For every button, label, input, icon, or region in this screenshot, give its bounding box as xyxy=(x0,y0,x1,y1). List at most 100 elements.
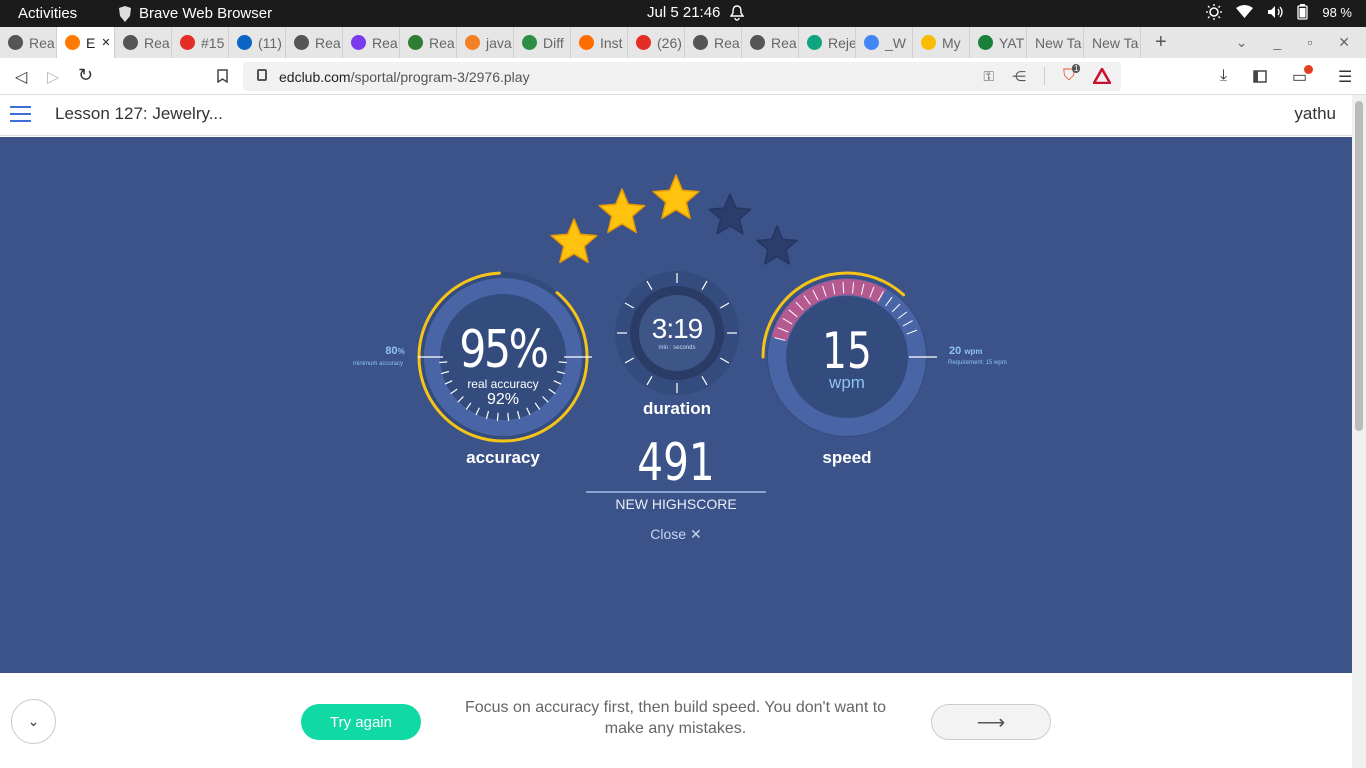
tab-label: #15 xyxy=(201,34,225,51)
clock[interactable]: Jul 5 21:46 xyxy=(647,4,745,21)
tab-favicon-icon xyxy=(294,35,309,50)
footer-bar: ⌄ Try again Focus on accuracy first, the… xyxy=(0,673,1352,768)
browser-tab[interactable]: Rea xyxy=(742,27,799,58)
system-tray[interactable]: 98 % xyxy=(1206,4,1352,20)
results-panel: 80% minimum accuracy 20 wpm Requirement:… xyxy=(0,137,1352,673)
accuracy-tick xyxy=(558,361,567,364)
close-tab-icon[interactable]: ✕ xyxy=(101,36,110,49)
star-rating xyxy=(550,174,798,265)
try-again-button[interactable]: Try again xyxy=(301,704,421,740)
battery-icon xyxy=(1297,4,1309,20)
browser-tab[interactable]: Inst xyxy=(571,27,628,58)
browser-tab[interactable]: #15 xyxy=(172,27,229,58)
brave-shields-icon[interactable]: ⛉ 1 xyxy=(1063,64,1081,85)
activities-button[interactable]: Activities xyxy=(18,5,77,22)
tab-label: Rea xyxy=(771,34,797,51)
url-field[interactable]: edclub.com/sportal/program-3/2976.play ⚿… xyxy=(243,62,1121,91)
close-window-button[interactable]: ✕ xyxy=(1338,34,1350,51)
forward-icon[interactable]: ▷ xyxy=(47,67,59,87)
bookmark-icon[interactable] xyxy=(217,69,228,83)
key-icon[interactable]: ⚿ xyxy=(983,68,994,85)
scrollbar-thumb[interactable] xyxy=(1355,101,1363,431)
user-name[interactable]: yathu xyxy=(1294,104,1336,124)
reload-icon[interactable]: ↻ xyxy=(78,65,93,86)
collapse-chevron-icon[interactable]: ⌄ xyxy=(11,699,56,744)
download-icon[interactable]: ⤓ xyxy=(1220,67,1227,85)
browser-tab[interactable]: Rea xyxy=(343,27,400,58)
browser-tab[interactable]: New Ta xyxy=(1027,27,1084,58)
maximize-button[interactable]: ▫ xyxy=(1307,34,1312,51)
lock-icon xyxy=(257,69,267,81)
accuracy-tick xyxy=(496,412,499,421)
tab-list-chevron-icon[interactable]: ⌄ xyxy=(1236,34,1248,51)
accuracy-label: accuracy xyxy=(466,448,540,467)
tab-label: (11) xyxy=(258,34,282,51)
app-menu[interactable]: Brave Web Browser xyxy=(118,5,272,22)
sidebar-icon[interactable] xyxy=(1253,70,1267,83)
tab-favicon-icon xyxy=(465,35,480,50)
shields-count-badge: 1 xyxy=(1071,64,1081,73)
accuracy-value: 95% xyxy=(459,320,549,380)
browser-tab[interactable]: My xyxy=(913,27,970,58)
star-filled-icon xyxy=(598,188,646,234)
browser-tab[interactable]: Diff xyxy=(514,27,571,58)
tab-label: java xyxy=(486,34,512,51)
browser-tab[interactable]: E ✕ xyxy=(57,27,115,58)
star-filled-icon xyxy=(652,174,700,220)
browser-tab[interactable]: Rea xyxy=(0,27,57,58)
bell-icon xyxy=(730,4,745,21)
browser-tab[interactable]: (11) xyxy=(229,27,286,58)
browser-tab[interactable]: java xyxy=(457,27,514,58)
min-accuracy-label: minimum accuracy xyxy=(353,361,403,367)
tab-label: Rea xyxy=(29,34,55,51)
app-name: Brave Web Browser xyxy=(139,5,273,22)
tab-label: Rea xyxy=(714,34,740,51)
real-accuracy-label: real accuracy xyxy=(467,377,539,391)
browser-tab[interactable]: _W xyxy=(856,27,913,58)
address-bar-row: ◁ ▷ ↻ edclub.com/sportal/program-3/2976.… xyxy=(0,58,1366,95)
tab-favicon-icon xyxy=(351,35,366,50)
share-icon[interactable]: ⋲ xyxy=(1012,68,1026,85)
tab-label: Rea xyxy=(372,34,398,51)
browser-tab[interactable]: YAT xyxy=(970,27,1027,58)
browser-tab[interactable]: Rea xyxy=(400,27,457,58)
tab-favicon-icon xyxy=(579,35,594,50)
score-value: 491 xyxy=(637,433,715,493)
star-empty-icon xyxy=(756,225,798,265)
browser-tab[interactable]: (26) xyxy=(628,27,685,58)
url-path: /sportal/program-3/2976.play xyxy=(350,68,530,85)
brightness-icon xyxy=(1206,4,1223,20)
browser-tab[interactable]: Rea xyxy=(685,27,742,58)
tab-favicon-icon xyxy=(65,35,80,50)
brave-rewards-icon[interactable] xyxy=(1093,68,1111,84)
back-icon[interactable]: ◁ xyxy=(15,67,27,87)
accuracy-tick xyxy=(439,361,448,364)
speed-tick xyxy=(842,282,845,294)
system-top-bar: Activities Brave Web Browser Jul 5 21:46… xyxy=(0,0,1366,27)
menu-icon[interactable]: ☰ xyxy=(1338,67,1352,87)
speed-dial: 20 wpm Requirement: 15 wpm xyxy=(761,271,1007,437)
browser-tab[interactable]: Rea xyxy=(286,27,343,58)
page-scrollbar[interactable] xyxy=(1352,95,1366,768)
url-domain: edclub.com xyxy=(279,68,351,85)
browser-tab[interactable]: New Ta xyxy=(1084,27,1141,58)
tab-label: Diff xyxy=(543,34,564,51)
min-accuracy-value: 80% xyxy=(385,345,404,357)
new-tab-button[interactable]: + xyxy=(1141,31,1181,54)
browser-tab[interactable]: Rea xyxy=(115,27,172,58)
close-button[interactable]: Close ✕ xyxy=(626,526,726,543)
tab-label: Rea xyxy=(315,34,341,51)
minimize-button[interactable]: _ xyxy=(1274,34,1282,51)
next-lesson-button[interactable]: ⟶ xyxy=(931,704,1051,740)
duration-label: duration xyxy=(643,399,711,418)
hamburger-menu-icon[interactable] xyxy=(10,106,31,122)
tab-favicon-icon xyxy=(978,35,993,50)
wallet-icon[interactable]: ▭ xyxy=(1292,65,1313,87)
tab-label: Reje xyxy=(828,34,856,51)
tab-favicon-icon xyxy=(807,35,822,50)
tab-favicon-icon xyxy=(750,35,765,50)
accuracy-tick xyxy=(507,412,510,421)
new-highscore-label: NEW HIGHSCORE xyxy=(615,496,737,512)
browser-tab[interactable]: Reje xyxy=(799,27,856,58)
req-speed-value: 20 wpm xyxy=(949,345,983,357)
